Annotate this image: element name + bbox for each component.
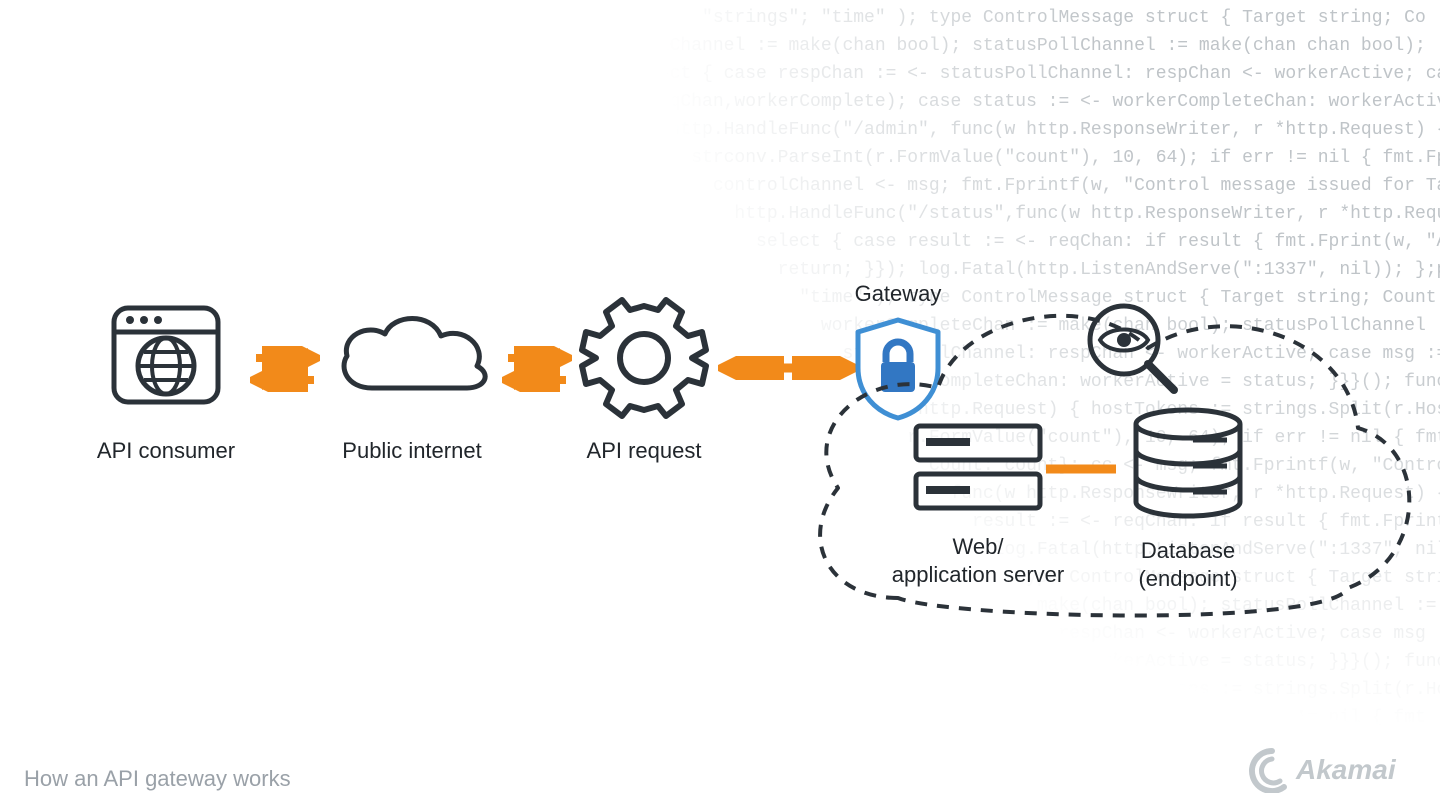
browser-globe-icon [106, 300, 226, 410]
label-api-consumer: API consumer [86, 437, 246, 465]
server-icon [908, 418, 1048, 518]
label-public-internet: Public internet [322, 437, 502, 465]
label-api-request: API request [564, 437, 724, 465]
node-api-request: API request [564, 288, 724, 465]
node-public-internet: Public internet [322, 308, 502, 465]
diagram-canvas: API consumer Public internet [0, 0, 1440, 810]
monitoring-icon-block [1082, 298, 1182, 403]
gear-icon [574, 288, 714, 428]
database-icon [1123, 406, 1253, 526]
cloud-icon [327, 308, 497, 408]
magnifier-eye-icon [1082, 298, 1182, 398]
label-database: Database (endpoint) [1098, 537, 1278, 592]
node-server: Web/ application server [868, 418, 1088, 588]
label-server: Web/ application server [868, 533, 1088, 588]
node-api-consumer: API consumer [86, 300, 246, 465]
node-database: Database (endpoint) [1098, 406, 1278, 592]
arrow-consumer-internet [250, 346, 320, 397]
arrow-internet-request [502, 346, 572, 397]
